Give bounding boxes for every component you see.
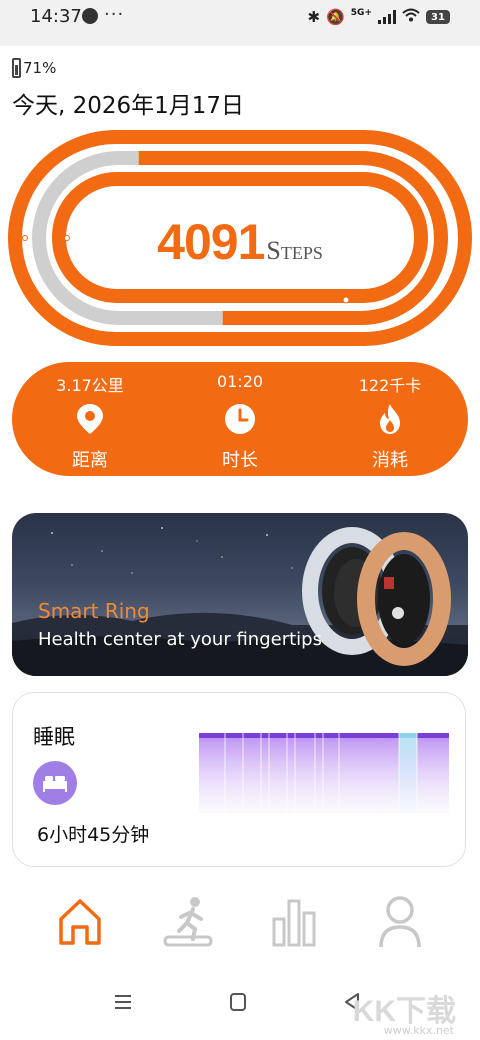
calories-label: 消耗 [372, 450, 408, 471]
watermark-url: www.kkx.net [383, 1024, 454, 1037]
home-button-icon[interactable] [229, 992, 247, 1012]
duration-value: 01:20 [216, 372, 264, 391]
bed-icon [33, 761, 77, 805]
tab-profile[interactable] [370, 890, 430, 954]
tab-home[interactable] [50, 890, 110, 954]
ring-battery: 71% [12, 58, 56, 78]
profile-icon [379, 896, 421, 948]
mute-icon: 🔕 [326, 8, 345, 26]
banner-title: Smart Ring [38, 599, 150, 623]
app-notification-icon [82, 8, 98, 24]
more-notifications-icon: ··· [104, 4, 125, 25]
recent-apps-icon[interactable] [114, 992, 132, 1012]
network-type: 5G+ [350, 8, 372, 18]
clock-icon [225, 404, 255, 434]
banner-artwork [12, 527, 468, 676]
phone-battery-icon: 31 [426, 10, 450, 24]
banner-subtitle: Health center at your fingertips [38, 629, 322, 650]
stat-duration[interactable]: 01:20 时长 [180, 362, 300, 476]
sleep-title: 睡眠 [33, 725, 75, 749]
steps-display: 4091Steps [0, 213, 480, 271]
ring-battery-percent: 71% [23, 59, 57, 77]
location-pin-icon [77, 404, 103, 434]
flame-icon [380, 404, 400, 434]
home-icon [59, 899, 101, 945]
status-time: 14:37 [30, 6, 82, 27]
bottom-nav [0, 880, 480, 970]
smart-ring-banner[interactable]: Smart Ring Health center at your fingert… [12, 513, 468, 676]
distance-label: 距离 [72, 450, 108, 471]
activity-stats[interactable]: 3.17公里 距离 01:20 时长 122千卡 消耗 [12, 362, 468, 476]
stat-distance[interactable]: 3.17公里 距离 [30, 362, 150, 476]
duration-label: 时长 [222, 450, 258, 471]
signal-icon [378, 10, 396, 24]
bluetooth-icon: ✱ [307, 8, 321, 26]
distance-value: 3.17公里 [56, 376, 124, 395]
wifi-icon [402, 8, 420, 26]
page-date: 今天, 2026年1月17日 [12, 93, 245, 119]
status-bar: 14:37 ··· ✱ 🔕 5G+ 31 [0, 0, 480, 46]
steps-count: 4091 [157, 214, 265, 270]
calories-value: 122千卡 [358, 376, 422, 395]
sleep-duration: 6小时45分钟 [37, 824, 150, 846]
sleep-card[interactable]: 睡眠 6小时45分钟 [12, 692, 466, 867]
tab-statistics[interactable] [264, 890, 324, 954]
stats-icon [272, 899, 316, 947]
steps-unit: Steps [266, 236, 323, 265]
tab-exercise[interactable] [158, 890, 218, 954]
sleep-stages-chart [199, 733, 449, 813]
stat-calories[interactable]: 122千卡 消耗 [330, 362, 450, 476]
exercise-icon [163, 897, 213, 947]
battery-icon [12, 58, 21, 78]
